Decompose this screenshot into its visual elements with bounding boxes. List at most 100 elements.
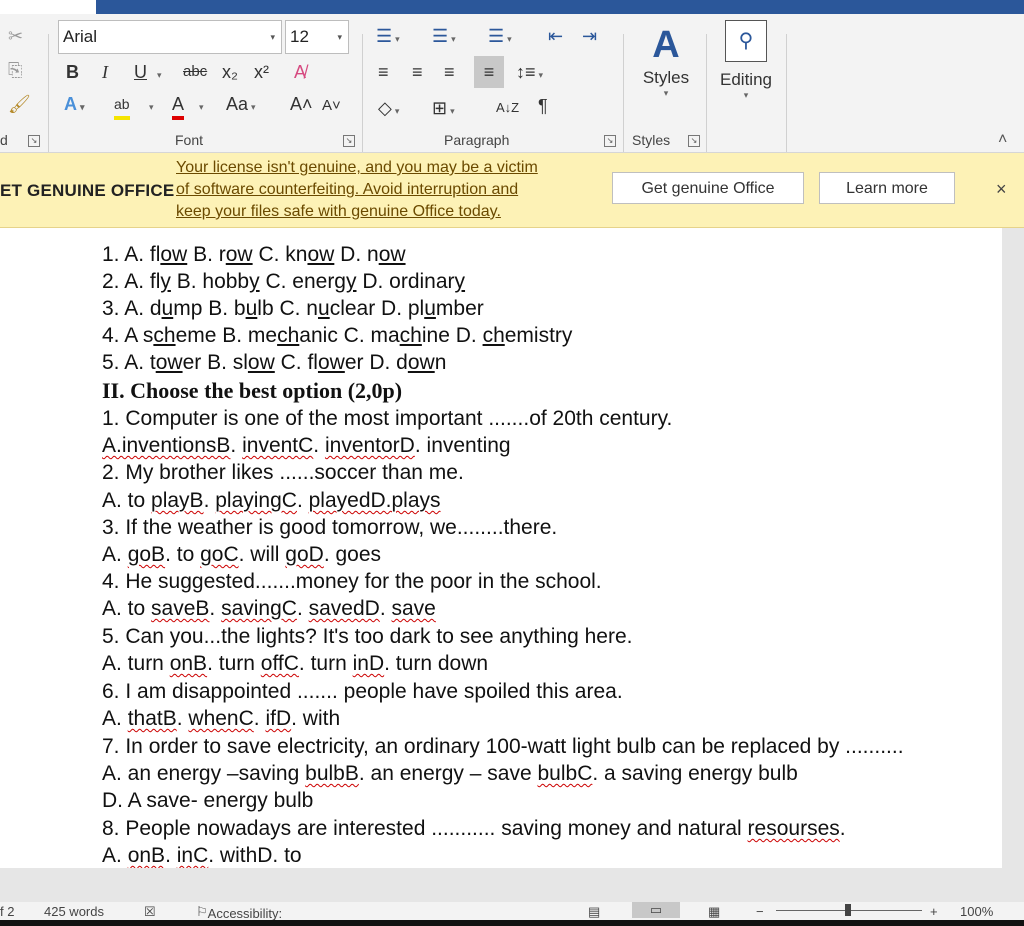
line-spacing-icon[interactable]: ↕≡ ▾ [516, 60, 543, 87]
accessibility-status[interactable]: ⚐ Accessibility: Good to go [196, 904, 282, 920]
separator [48, 34, 49, 152]
text-effects-icon[interactable]: A ▾ [64, 92, 85, 119]
decrease-indent-icon[interactable]: ⇤ [548, 24, 563, 48]
word-count[interactable]: 425 words [44, 904, 104, 919]
title-bar [0, 0, 1024, 14]
notice-line: Your license isn't genuine, and you may … [176, 159, 538, 176]
copy-icon[interactable]: ⎘ [8, 58, 22, 82]
screen-edge [0, 920, 1024, 926]
italic-button[interactable]: I [102, 60, 108, 84]
editing-label: Editing [720, 70, 772, 89]
align-center-icon[interactable]: ≡ [412, 60, 423, 84]
question-5: 5. Can you...the lights? It's too dark t… [102, 625, 633, 648]
separator [623, 34, 624, 152]
styles-icon: A [652, 24, 680, 66]
highlight-dropdown-icon[interactable]: ▾ [146, 92, 154, 119]
notice-line: of software counterfeiting. Avoid interr… [176, 181, 519, 198]
clipboard-launcher-icon[interactable]: ↘ [28, 135, 40, 147]
pronunciation-item: 3. A. dump B. bulb C. nuclear D. plumber [102, 297, 484, 320]
bullets-icon[interactable]: ☰ ▾ [376, 24, 400, 51]
chevron-down-icon: ▾ [663, 88, 669, 98]
styles-group-label: Styles [632, 132, 671, 148]
cut-icon[interactable]: ✂ [8, 24, 23, 48]
pronunciation-item: 2. A. fly B. hobby C. energy D. ordinary [102, 270, 466, 293]
show-formatting-marks-icon[interactable]: ¶ [538, 94, 548, 118]
paragraph-launcher-icon[interactable]: ↘ [604, 135, 616, 147]
zoom-level[interactable]: 100% [960, 904, 993, 919]
grow-font-button[interactable]: A˄ [290, 92, 313, 116]
active-tab[interactable] [0, 0, 96, 14]
chevron-down-icon: ▾ [743, 90, 749, 100]
highlight-color-icon[interactable]: ab [114, 92, 130, 120]
clear-formatting-icon[interactable]: A̸ [294, 60, 306, 84]
shrink-font-button[interactable]: A˅ [322, 94, 341, 118]
search-icon: ⚲ [725, 20, 767, 62]
multilevel-list-icon[interactable]: ☰ ▾ [488, 24, 512, 51]
page-gap [0, 868, 1024, 902]
zoom-in-icon[interactable]: + [930, 904, 938, 919]
pronunciation-item: 4. A scheme B. mechanic C. machine D. ch… [102, 324, 573, 347]
change-case-label: Aa [226, 94, 249, 114]
status-bar: f 2 425 words ☒ ⚐ Accessibility: Good to… [0, 902, 1024, 920]
zoom-out-icon[interactable]: − [756, 904, 764, 919]
borders-icon[interactable]: ⊞ ▾ [432, 96, 455, 123]
question-7: 7. In order to save electricity, an ordi… [102, 735, 904, 758]
clipboard-group-label: d [0, 132, 8, 148]
separator [786, 34, 787, 152]
answer-1: A.inventionsB. inventC. inventorD. inven… [102, 434, 511, 457]
superscript-button[interactable]: x² [254, 60, 269, 84]
answer-3: A. goB. to goC. will goD. goes [102, 543, 382, 566]
increase-indent-icon[interactable]: ⇥ [582, 24, 597, 48]
paragraph-group-label: Paragraph [444, 132, 510, 148]
numbering-icon[interactable]: ☰ ▾ [432, 24, 456, 51]
ribbon: ✂ ⎘ 🖌 d ↘ Arial ▾ 12 ▾ B I U ▾ abc x₂ x²… [0, 14, 1024, 153]
get-genuine-office-button[interactable]: Get genuine Office [612, 172, 804, 204]
styles-button[interactable]: A Styles ▾ [636, 22, 696, 99]
styles-label: Styles [642, 68, 690, 87]
proofing-icon[interactable]: ☒ [144, 904, 156, 920]
vertical-scrollbar[interactable] [1002, 228, 1024, 868]
subscript-button[interactable]: x₂ [222, 60, 238, 84]
format-painter-icon[interactable]: 🖌 [8, 92, 31, 116]
underline-button[interactable]: U [134, 60, 147, 84]
answer-4: A. to saveB. savingC. savedD. save [102, 597, 436, 620]
accessibility-label: Accessibility: Good to go [207, 906, 283, 920]
answer-8: A. onB. inC. withD. to [102, 844, 302, 867]
document-page[interactable]: 1. A. flow B. row C. know D. now 2. A. fl… [0, 228, 1002, 868]
bold-button[interactable]: B [66, 60, 79, 84]
shading-icon[interactable]: ◇ ▾ [378, 96, 399, 123]
font-color-dropdown-icon[interactable]: ▾ [196, 92, 204, 119]
page-indicator[interactable]: f 2 [0, 904, 14, 919]
align-right-icon[interactable]: ≡ [444, 60, 455, 84]
question-8: 8. People nowadays are interested ......… [102, 817, 846, 840]
justify-icon[interactable]: ≡ [474, 56, 504, 88]
align-left-icon[interactable]: ≡ [378, 60, 389, 84]
web-layout-icon[interactable]: ▦ [708, 904, 720, 920]
editing-button[interactable]: ⚲ Editing ▾ [716, 20, 776, 101]
sort-icon[interactable]: A↓Z [496, 96, 519, 120]
print-layout-icon[interactable]: ▭ [632, 902, 680, 918]
strikethrough-button[interactable]: abc [183, 60, 207, 84]
read-mode-icon[interactable]: ▤ [588, 904, 600, 920]
answer-5: A. turn onB. turn offC. turn inD. turn d… [102, 652, 489, 675]
close-icon[interactable]: × [996, 179, 1007, 200]
notice-title: ET GENUINE OFFICE [0, 181, 175, 200]
change-case-button[interactable]: Aa ▾ [226, 92, 256, 119]
learn-more-button[interactable]: Learn more [819, 172, 955, 204]
font-name-value: Arial [63, 27, 98, 46]
font-color-icon[interactable]: A [172, 92, 185, 120]
notice-line: keep your files safe with genuine Office… [176, 203, 501, 220]
answer-7-d: D. A save- energy bulb [102, 789, 314, 812]
pronunciation-item: 1. A. flow B. row C. know D. now [102, 243, 406, 266]
zoom-slider-thumb[interactable] [845, 904, 851, 916]
underline-dropdown-icon[interactable]: ▾ [154, 60, 162, 87]
font-name-combo[interactable]: Arial ▾ [58, 20, 282, 54]
font-launcher-icon[interactable]: ↘ [343, 135, 355, 147]
styles-launcher-icon[interactable]: ↘ [688, 135, 700, 147]
question-2: 2. My brother likes ......soccer than me… [102, 461, 464, 484]
answer-2: A. to playB. playingC. playedD.plays [102, 489, 441, 512]
notice-message[interactable]: Your license isn't genuine, and you may … [176, 157, 596, 223]
question-6: 6. I am disappointed ....... people have… [102, 680, 623, 703]
font-size-combo[interactable]: 12 ▾ [285, 20, 349, 54]
collapse-ribbon-icon[interactable]: ˄ [998, 128, 1007, 152]
